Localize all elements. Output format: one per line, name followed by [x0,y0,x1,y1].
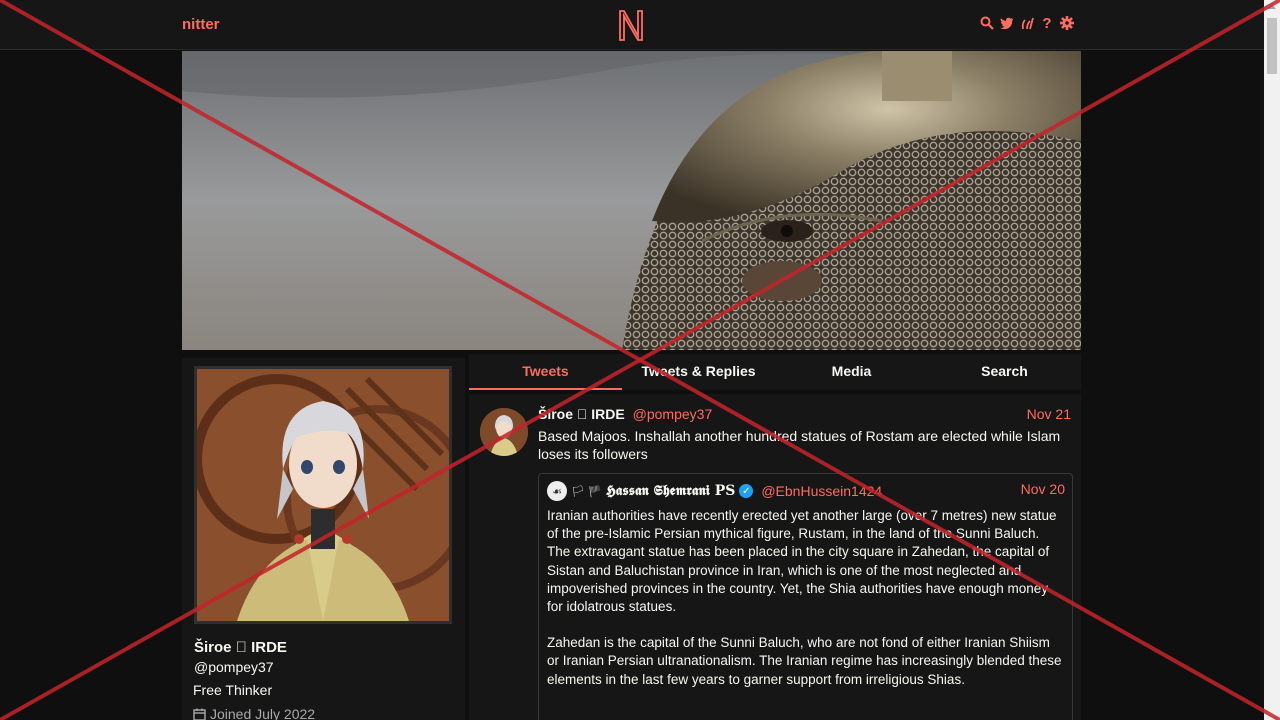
tab-tweets-replies[interactable]: Tweets & Replies [622,354,775,390]
tweet-username[interactable]: @pompey37 [633,406,713,422]
tab-search[interactable]: Search [928,354,1081,390]
quote-avatar[interactable]: ☙ [547,481,567,501]
quote-paragraph-1: Iranian authorities have recently erecte… [547,508,1057,615]
profile-fullname[interactable]: Široe   IRDE [194,639,287,656]
tab-tweets[interactable]: Tweets [469,354,622,390]
top-navbar: nitter ? [0,0,1264,50]
quote-fullname[interactable]: 𝕳𝖆𝖘𝖘𝖆𝖓 𝕾𝖍𝖊𝖒𝖗𝖆𝖓𝖎 PS [606,483,736,499]
profile-avatar[interactable] [194,366,452,624]
profile-username[interactable]: @pompey37 [194,659,274,675]
search-icon[interactable] [980,15,994,31]
quote-flags: 🏳 🏴 [571,485,602,498]
scroll-up-arrow-icon[interactable] [1268,4,1276,9]
profile-joined: Joined July 2022 [193,706,315,720]
page-scrollbar[interactable] [1264,0,1280,720]
help-icon[interactable]: ? [1040,15,1054,32]
timeline: Široe   IRDE @pompey37 Nov 21 Based Majo… [469,394,1081,720]
joined-date-text: Joined July 2022 [210,706,316,720]
nav-icon-group: ? [980,15,1074,32]
nitter-logo-icon[interactable] [617,8,645,42]
quote-username[interactable]: @EbnHussein1424 [761,483,882,499]
tweet-avatar[interactable] [480,408,528,456]
profile-bio: Free Thinker [193,682,273,698]
quote-date[interactable]: Nov 20 [1021,481,1065,497]
verified-badge-icon: ✓ [739,484,754,498]
scroll-thumb[interactable] [1267,18,1277,74]
tweet-date[interactable]: Nov 21 [1027,406,1071,422]
nitter-home-link[interactable]: nitter [182,16,220,33]
profile-banner-image[interactable] [182,51,1081,350]
tab-media[interactable]: Media [775,354,928,390]
tweet-fullname[interactable]: Široe   IRDE [538,406,625,422]
tweet-content: Based Majoos. Inshallah another hundred … [538,428,1061,462]
quote-content: Iranian authorities have recently erecte… [547,507,1065,707]
profile-card: Široe   IRDE @pompey37 Free Thinker Join… [182,358,465,720]
tweet-header: Široe   IRDE @pompey37 Nov 21 [538,406,1071,426]
gear-icon[interactable] [1060,15,1074,31]
twitter-bird-icon[interactable] [1000,15,1014,31]
quote-paragraph-2: Zahedan is the capital of the Sunni Balu… [547,635,1062,687]
quote-header: ☙ 🏳 🏴 𝕳𝖆𝖘𝖘𝖆𝖓 𝕾𝖍𝖊𝖒𝖗𝖆𝖓𝖎 PS ✓ @EbnHussein14… [547,481,1065,501]
quoted-tweet[interactable]: ☙ 🏳 🏴 𝕳𝖆𝖘𝖘𝖆𝖓 𝕾𝖍𝖊𝖒𝖗𝖆𝖓𝖎 PS ✓ @EbnHussein14… [538,473,1073,720]
rss-icon[interactable] [1020,15,1034,31]
timeline-tabs: Tweets Tweets & Replies Media Search [469,354,1081,390]
calendar-icon [193,708,206,720]
